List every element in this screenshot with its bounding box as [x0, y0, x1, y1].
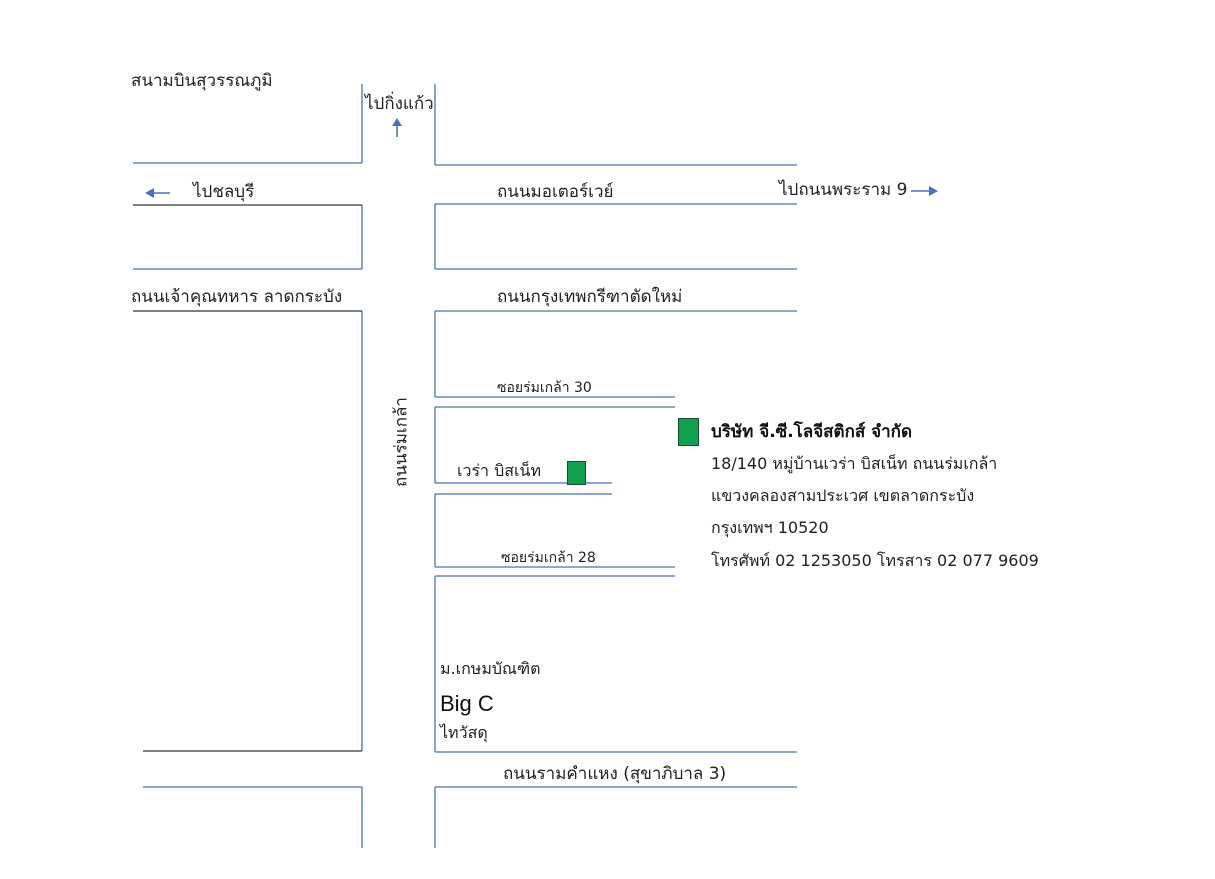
to-chonburi-label: ไปชลบุรี: [193, 182, 255, 202]
krungthep-kreetha-label: ถนนกรุงเทพกรีฑาตัดใหม่: [497, 287, 683, 307]
motorway-label: ถนนมอเตอร์เวย์: [497, 182, 614, 202]
arrow-up-icon: [392, 118, 402, 137]
varra-business-label: เวร่า บิสเน็ท: [457, 461, 541, 480]
chaokhun-road-label: ถนนเจ้าคุณทหาร ลาดกระบัง: [131, 287, 343, 307]
location-marker-icon: [567, 461, 586, 485]
ramkhamhaeng-label: ถนนรามคำแหง (สุขาภิบาล 3): [503, 764, 727, 784]
to-rama9-label: ไปถนนพระราม 9: [779, 180, 908, 200]
to-king-kaeo-label: ไปกิ่งแก้ว: [365, 94, 434, 114]
company-address-line2: แขวงคลองสามประเวศ เขตลาดกระบัง: [711, 486, 975, 505]
arrow-left-icon: [145, 188, 170, 198]
kasem-bundit-label: ม.เกษมบัณฑิต: [440, 659, 541, 678]
company-address-line1: 18/140 หมู่บ้านเวร่า บิสเน็ท ถนนร่มเกล้า: [711, 454, 998, 473]
thai-watsadu-label: ไทวัสดุ: [440, 723, 488, 742]
company-address-line3: กรุงเทพฯ 10520: [711, 518, 829, 537]
arrow-right-icon: [911, 186, 938, 196]
romklao-road-label: ถนนร่มเกล้า: [391, 397, 412, 487]
soi-30-label: ซอยร่มเกล้า 30: [497, 380, 592, 396]
map-canvas: [133, 84, 938, 848]
airport-label: สนามบินสุวรรณภูมิ: [131, 71, 273, 91]
location-marker-icon: [678, 418, 699, 446]
soi-28-label: ซอยร่มเกล้า 28: [501, 550, 596, 566]
big-c-label: Big C: [440, 691, 494, 716]
company-name: บริษัท จี.ซี.โลจีสติกส์ จำกัด: [711, 422, 913, 442]
company-phone-fax: โทรศัพท์ 02 1253050 โทรสาร 02 077 9609: [711, 551, 1039, 570]
